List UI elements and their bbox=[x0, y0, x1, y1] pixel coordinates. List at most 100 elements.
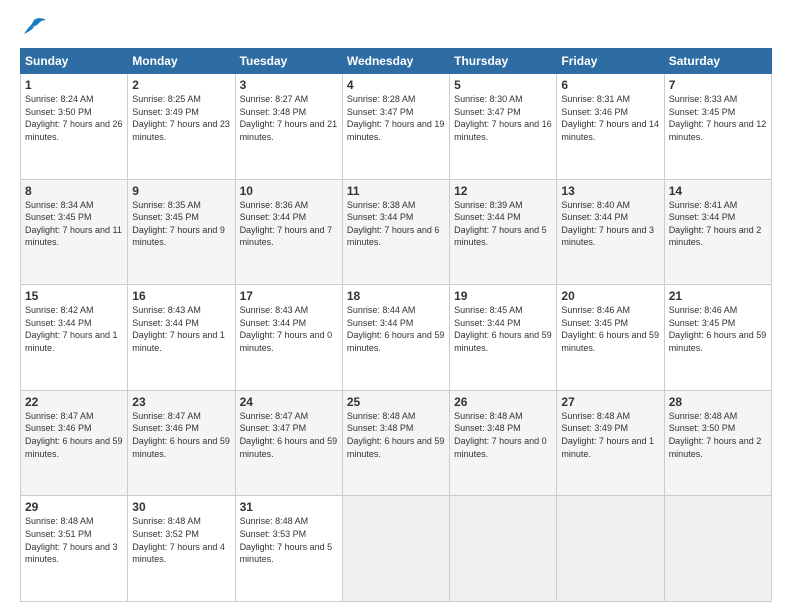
day-number: 30 bbox=[132, 500, 230, 514]
day-info: Sunrise: 8:48 AMSunset: 3:48 PMDaylight:… bbox=[454, 410, 552, 460]
day-header-friday: Friday bbox=[557, 49, 664, 74]
day-number: 29 bbox=[25, 500, 123, 514]
day-number: 8 bbox=[25, 184, 123, 198]
day-info: Sunrise: 8:27 AMSunset: 3:48 PMDaylight:… bbox=[240, 93, 338, 143]
calendar-cell: 27Sunrise: 8:48 AMSunset: 3:49 PMDayligh… bbox=[557, 390, 664, 496]
calendar-cell: 13Sunrise: 8:40 AMSunset: 3:44 PMDayligh… bbox=[557, 179, 664, 285]
day-info: Sunrise: 8:47 AMSunset: 3:46 PMDaylight:… bbox=[25, 410, 123, 460]
logo-icon bbox=[20, 16, 48, 38]
day-info: Sunrise: 8:38 AMSunset: 3:44 PMDaylight:… bbox=[347, 199, 445, 249]
day-info: Sunrise: 8:24 AMSunset: 3:50 PMDaylight:… bbox=[25, 93, 123, 143]
day-info: Sunrise: 8:35 AMSunset: 3:45 PMDaylight:… bbox=[132, 199, 230, 249]
day-header-monday: Monday bbox=[128, 49, 235, 74]
day-info: Sunrise: 8:43 AMSunset: 3:44 PMDaylight:… bbox=[132, 304, 230, 354]
day-info: Sunrise: 8:28 AMSunset: 3:47 PMDaylight:… bbox=[347, 93, 445, 143]
calendar-cell: 8Sunrise: 8:34 AMSunset: 3:45 PMDaylight… bbox=[21, 179, 128, 285]
day-header-wednesday: Wednesday bbox=[342, 49, 449, 74]
calendar-week-4: 22Sunrise: 8:47 AMSunset: 3:46 PMDayligh… bbox=[21, 390, 772, 496]
day-header-saturday: Saturday bbox=[664, 49, 771, 74]
calendar-week-2: 8Sunrise: 8:34 AMSunset: 3:45 PMDaylight… bbox=[21, 179, 772, 285]
day-info: Sunrise: 8:48 AMSunset: 3:53 PMDaylight:… bbox=[240, 515, 338, 565]
calendar-cell: 5Sunrise: 8:30 AMSunset: 3:47 PMDaylight… bbox=[450, 74, 557, 180]
day-number: 23 bbox=[132, 395, 230, 409]
calendar-cell: 11Sunrise: 8:38 AMSunset: 3:44 PMDayligh… bbox=[342, 179, 449, 285]
calendar-cell bbox=[664, 496, 771, 602]
day-info: Sunrise: 8:47 AMSunset: 3:47 PMDaylight:… bbox=[240, 410, 338, 460]
calendar-cell: 20Sunrise: 8:46 AMSunset: 3:45 PMDayligh… bbox=[557, 285, 664, 391]
calendar-cell: 6Sunrise: 8:31 AMSunset: 3:46 PMDaylight… bbox=[557, 74, 664, 180]
calendar-cell: 26Sunrise: 8:48 AMSunset: 3:48 PMDayligh… bbox=[450, 390, 557, 496]
day-number: 5 bbox=[454, 78, 552, 92]
day-info: Sunrise: 8:48 AMSunset: 3:52 PMDaylight:… bbox=[132, 515, 230, 565]
day-number: 1 bbox=[25, 78, 123, 92]
calendar-week-3: 15Sunrise: 8:42 AMSunset: 3:44 PMDayligh… bbox=[21, 285, 772, 391]
day-info: Sunrise: 8:41 AMSunset: 3:44 PMDaylight:… bbox=[669, 199, 767, 249]
day-number: 19 bbox=[454, 289, 552, 303]
day-number: 17 bbox=[240, 289, 338, 303]
day-info: Sunrise: 8:25 AMSunset: 3:49 PMDaylight:… bbox=[132, 93, 230, 143]
day-number: 28 bbox=[669, 395, 767, 409]
calendar-cell: 19Sunrise: 8:45 AMSunset: 3:44 PMDayligh… bbox=[450, 285, 557, 391]
calendar-cell: 12Sunrise: 8:39 AMSunset: 3:44 PMDayligh… bbox=[450, 179, 557, 285]
day-info: Sunrise: 8:36 AMSunset: 3:44 PMDaylight:… bbox=[240, 199, 338, 249]
day-number: 31 bbox=[240, 500, 338, 514]
day-info: Sunrise: 8:39 AMSunset: 3:44 PMDaylight:… bbox=[454, 199, 552, 249]
calendar-cell: 25Sunrise: 8:48 AMSunset: 3:48 PMDayligh… bbox=[342, 390, 449, 496]
day-info: Sunrise: 8:40 AMSunset: 3:44 PMDaylight:… bbox=[561, 199, 659, 249]
calendar-cell: 1Sunrise: 8:24 AMSunset: 3:50 PMDaylight… bbox=[21, 74, 128, 180]
day-number: 9 bbox=[132, 184, 230, 198]
calendar-week-5: 29Sunrise: 8:48 AMSunset: 3:51 PMDayligh… bbox=[21, 496, 772, 602]
calendar-cell: 28Sunrise: 8:48 AMSunset: 3:50 PMDayligh… bbox=[664, 390, 771, 496]
calendar-cell: 14Sunrise: 8:41 AMSunset: 3:44 PMDayligh… bbox=[664, 179, 771, 285]
day-number: 4 bbox=[347, 78, 445, 92]
day-info: Sunrise: 8:48 AMSunset: 3:51 PMDaylight:… bbox=[25, 515, 123, 565]
day-info: Sunrise: 8:44 AMSunset: 3:44 PMDaylight:… bbox=[347, 304, 445, 354]
calendar-cell: 10Sunrise: 8:36 AMSunset: 3:44 PMDayligh… bbox=[235, 179, 342, 285]
calendar-cell: 9Sunrise: 8:35 AMSunset: 3:45 PMDaylight… bbox=[128, 179, 235, 285]
calendar-cell: 17Sunrise: 8:43 AMSunset: 3:44 PMDayligh… bbox=[235, 285, 342, 391]
calendar-cell: 30Sunrise: 8:48 AMSunset: 3:52 PMDayligh… bbox=[128, 496, 235, 602]
calendar-cell: 7Sunrise: 8:33 AMSunset: 3:45 PMDaylight… bbox=[664, 74, 771, 180]
calendar-cell bbox=[342, 496, 449, 602]
calendar-cell: 18Sunrise: 8:44 AMSunset: 3:44 PMDayligh… bbox=[342, 285, 449, 391]
day-info: Sunrise: 8:47 AMSunset: 3:46 PMDaylight:… bbox=[132, 410, 230, 460]
day-number: 6 bbox=[561, 78, 659, 92]
day-number: 7 bbox=[669, 78, 767, 92]
day-number: 12 bbox=[454, 184, 552, 198]
day-number: 13 bbox=[561, 184, 659, 198]
calendar-cell: 4Sunrise: 8:28 AMSunset: 3:47 PMDaylight… bbox=[342, 74, 449, 180]
calendar-cell: 15Sunrise: 8:42 AMSunset: 3:44 PMDayligh… bbox=[21, 285, 128, 391]
calendar-cell bbox=[450, 496, 557, 602]
day-info: Sunrise: 8:34 AMSunset: 3:45 PMDaylight:… bbox=[25, 199, 123, 249]
day-info: Sunrise: 8:48 AMSunset: 3:48 PMDaylight:… bbox=[347, 410, 445, 460]
day-info: Sunrise: 8:46 AMSunset: 3:45 PMDaylight:… bbox=[561, 304, 659, 354]
day-info: Sunrise: 8:46 AMSunset: 3:45 PMDaylight:… bbox=[669, 304, 767, 354]
day-number: 3 bbox=[240, 78, 338, 92]
page: SundayMondayTuesdayWednesdayThursdayFrid… bbox=[0, 0, 792, 612]
header bbox=[20, 16, 772, 38]
calendar-header-row: SundayMondayTuesdayWednesdayThursdayFrid… bbox=[21, 49, 772, 74]
day-number: 25 bbox=[347, 395, 445, 409]
calendar-cell: 3Sunrise: 8:27 AMSunset: 3:48 PMDaylight… bbox=[235, 74, 342, 180]
day-number: 26 bbox=[454, 395, 552, 409]
day-info: Sunrise: 8:48 AMSunset: 3:50 PMDaylight:… bbox=[669, 410, 767, 460]
day-number: 2 bbox=[132, 78, 230, 92]
calendar-cell: 29Sunrise: 8:48 AMSunset: 3:51 PMDayligh… bbox=[21, 496, 128, 602]
day-info: Sunrise: 8:48 AMSunset: 3:49 PMDaylight:… bbox=[561, 410, 659, 460]
calendar-week-1: 1Sunrise: 8:24 AMSunset: 3:50 PMDaylight… bbox=[21, 74, 772, 180]
day-header-tuesday: Tuesday bbox=[235, 49, 342, 74]
calendar-cell: 23Sunrise: 8:47 AMSunset: 3:46 PMDayligh… bbox=[128, 390, 235, 496]
day-info: Sunrise: 8:30 AMSunset: 3:47 PMDaylight:… bbox=[454, 93, 552, 143]
day-header-thursday: Thursday bbox=[450, 49, 557, 74]
day-number: 15 bbox=[25, 289, 123, 303]
calendar-cell: 16Sunrise: 8:43 AMSunset: 3:44 PMDayligh… bbox=[128, 285, 235, 391]
calendar-cell: 21Sunrise: 8:46 AMSunset: 3:45 PMDayligh… bbox=[664, 285, 771, 391]
day-info: Sunrise: 8:42 AMSunset: 3:44 PMDaylight:… bbox=[25, 304, 123, 354]
calendar-cell: 2Sunrise: 8:25 AMSunset: 3:49 PMDaylight… bbox=[128, 74, 235, 180]
day-number: 10 bbox=[240, 184, 338, 198]
calendar-cell: 24Sunrise: 8:47 AMSunset: 3:47 PMDayligh… bbox=[235, 390, 342, 496]
day-number: 27 bbox=[561, 395, 659, 409]
day-number: 22 bbox=[25, 395, 123, 409]
day-number: 14 bbox=[669, 184, 767, 198]
day-info: Sunrise: 8:33 AMSunset: 3:45 PMDaylight:… bbox=[669, 93, 767, 143]
